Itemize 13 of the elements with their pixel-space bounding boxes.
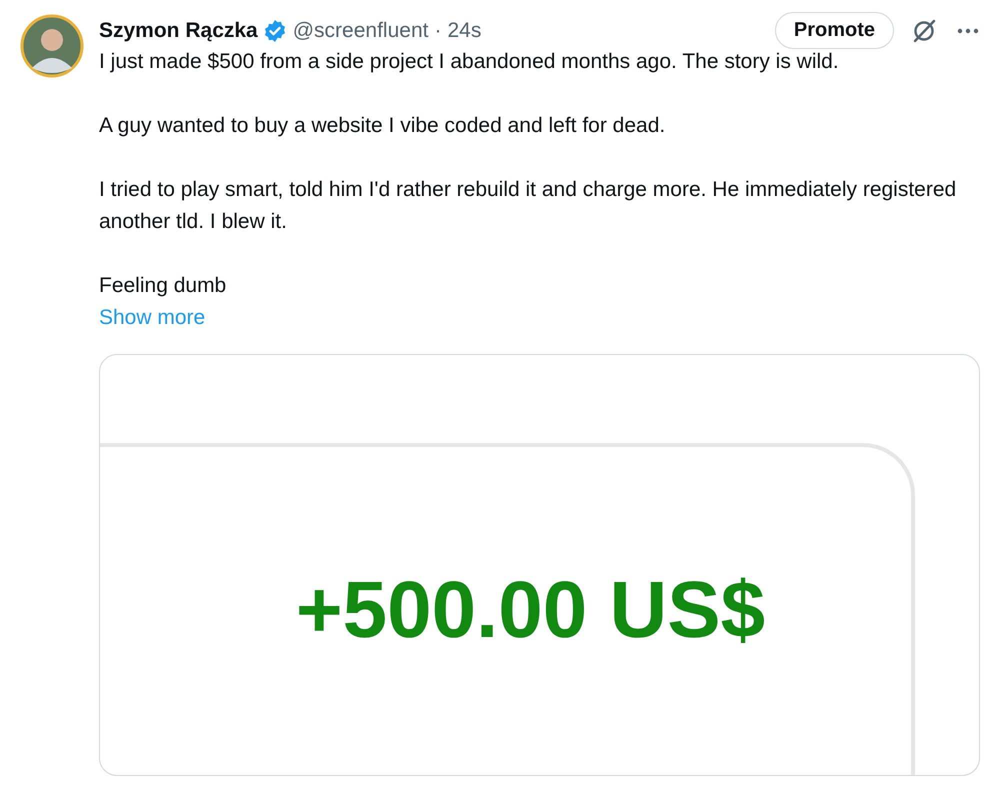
avatar[interactable] [20,14,84,78]
post-time[interactable]: 24s [447,19,482,43]
amount-text: +500.00 US$ [296,565,766,655]
author-handle[interactable]: @screenfluent [292,19,428,43]
promote-button[interactable]: Promote [774,12,894,48]
more-icon[interactable] [956,27,980,35]
post-text: A guy wanted to buy a website I vibe coded and left for dead. [99,113,666,139]
media-card[interactable]: +500.00 US$ [99,354,980,776]
post-text: Feeling dumb [99,273,228,299]
post-text: I just made $500 from a side project I abandoned months ago. The story is wild. [99,49,840,75]
separator: · [434,19,442,43]
author-name[interactable]: Szymon Rączka [99,19,258,43]
post-text: I tried to play smart, told him I'd rather rebuild it and charge more. He immediately registered another tld. I blew it. [99,177,958,235]
